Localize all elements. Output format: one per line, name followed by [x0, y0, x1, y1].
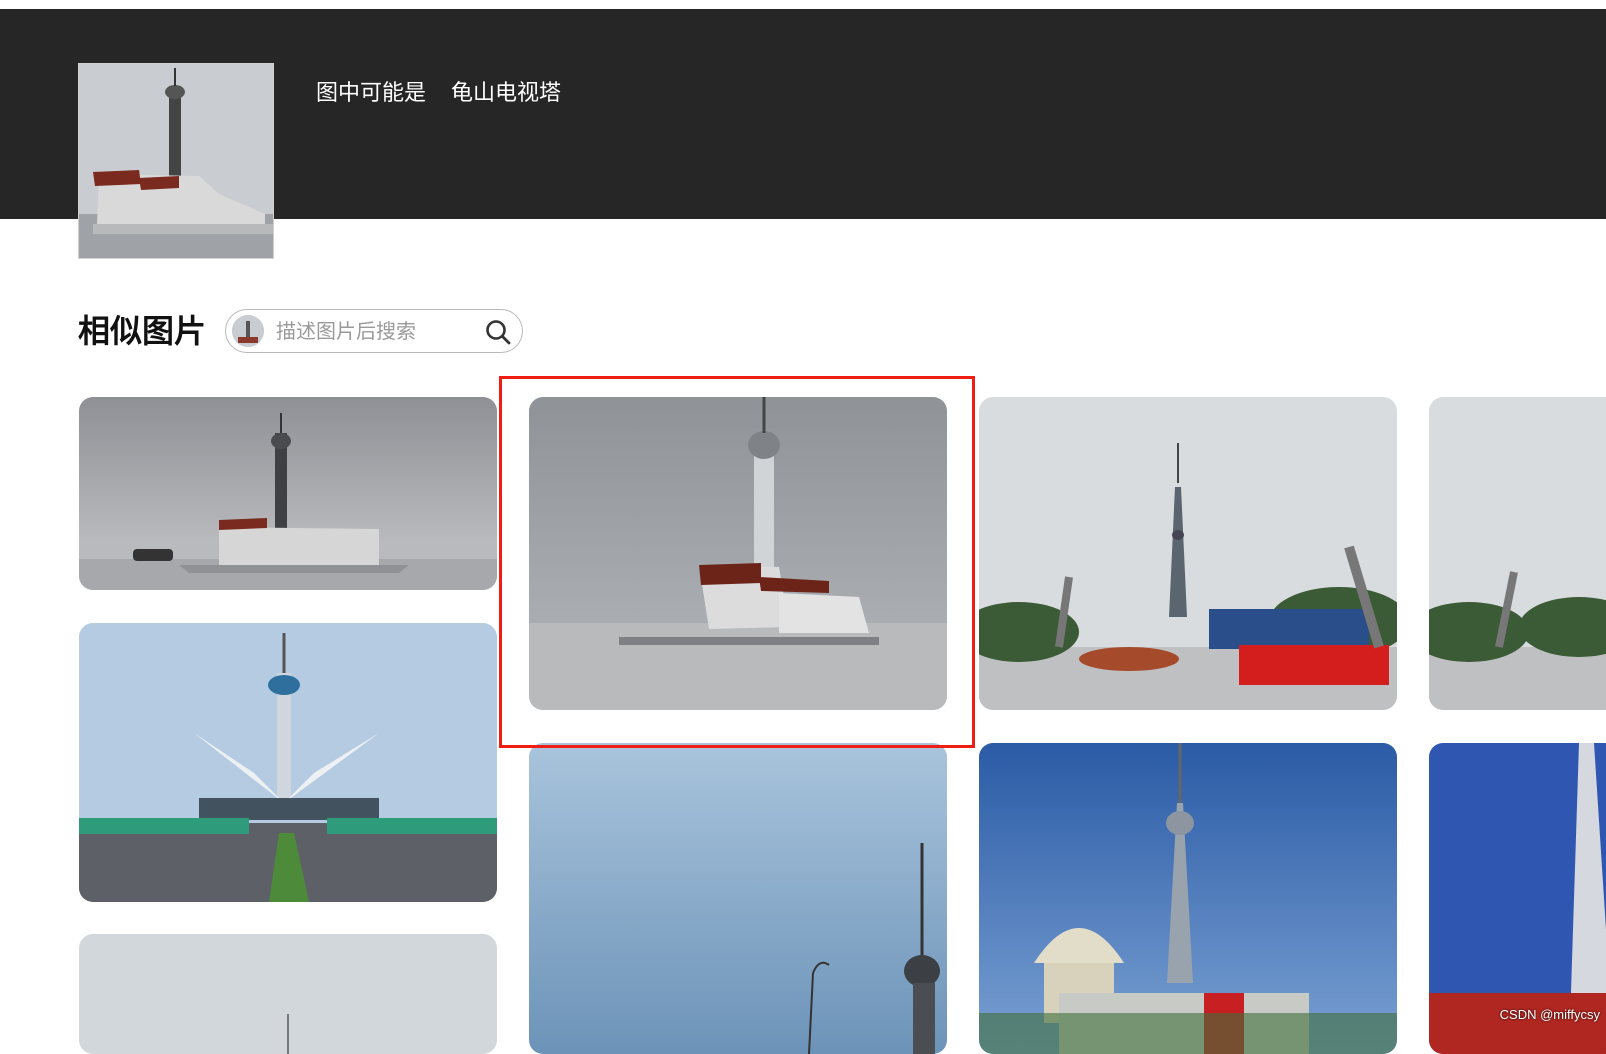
similar-image-card[interactable]	[79, 397, 497, 590]
similar-image-card[interactable]	[529, 397, 947, 710]
search-icon[interactable]	[484, 318, 512, 346]
similar-image-card[interactable]	[79, 623, 497, 902]
top-strip	[0, 0, 1606, 9]
image-search-box	[225, 309, 523, 353]
search-query-thumbnail[interactable]	[232, 315, 264, 347]
watermark: CSDN @miffycsy	[1499, 1007, 1600, 1022]
similar-image-card[interactable]	[529, 743, 947, 1054]
similar-image-card[interactable]	[979, 743, 1397, 1054]
guess-prefix: 图中可能是	[316, 81, 427, 106]
similar-image-card[interactable]	[1429, 397, 1606, 710]
similar-images-title: 相似图片	[78, 312, 207, 350]
recognition-result: 图中可能是 龟山电视塔	[316, 77, 561, 111]
similar-image-card[interactable]	[979, 397, 1397, 710]
similar-image-card[interactable]	[79, 934, 497, 1054]
query-image-thumbnail[interactable]	[78, 63, 274, 259]
search-input[interactable]	[276, 316, 466, 346]
guess-label[interactable]: 龟山电视塔	[451, 81, 561, 106]
